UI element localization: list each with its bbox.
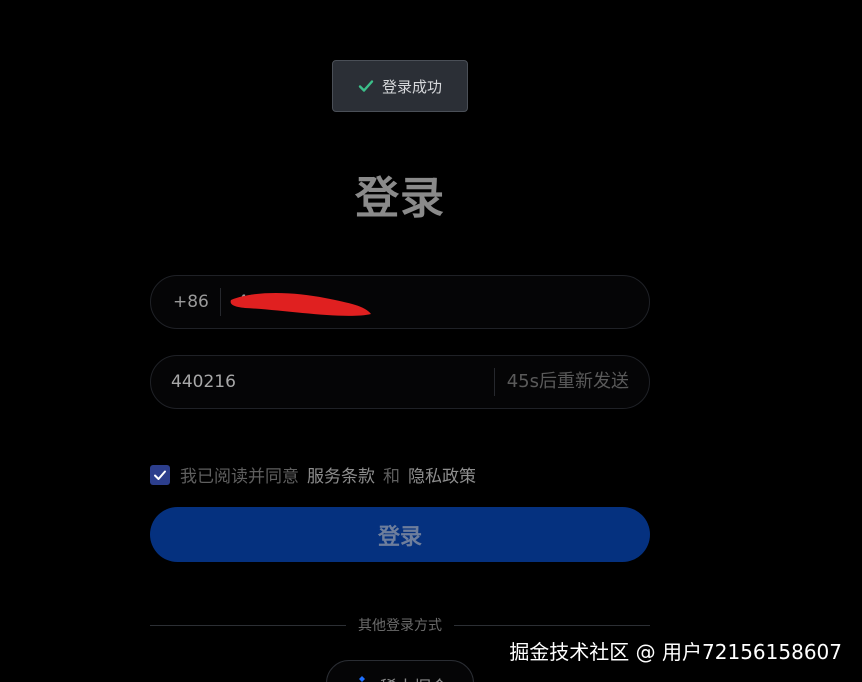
juejin-login-label: 稀土掘金 [380,673,448,682]
page-title: 登录 [355,173,445,224]
agreement-prefix: 我已阅读并同意 [180,467,299,487]
resend-code-button[interactable]: 45s后重新发送 [493,368,649,396]
other-login-divider: 其他登录方式 [150,614,650,636]
agreement-and: 和 [383,467,400,487]
privacy-link[interactable]: 隐私政策 [408,462,476,487]
verification-code-field[interactable]: 45s后重新发送 [150,355,650,409]
toast-message: 登录成功 [381,77,442,96]
checkmark-icon [154,470,166,480]
country-code-selector[interactable]: +86 [151,288,221,316]
phone-field[interactable]: +86 [150,275,650,329]
divider-line-left [150,624,346,626]
juejin-logo-icon [359,676,365,682]
other-login-label: 其他登录方式 [358,618,442,634]
juejin-login-button[interactable]: 稀土掘金 [326,660,474,682]
watermark: 掘金技术社区 @ 用户72156158607 [509,640,842,664]
login-button[interactable]: 登录 [150,507,650,562]
agreement-row: 我已阅读并同意 服务条款 和 隐私政策 [150,462,476,487]
agreement-checkbox[interactable] [150,464,170,485]
success-toast: 登录成功 [332,60,468,112]
divider-line-right [454,624,650,626]
terms-link[interactable]: 服务条款 [307,462,375,487]
check-icon [358,80,374,92]
phone-input[interactable] [221,275,649,329]
verification-code-input[interactable] [151,355,494,409]
login-page: 登录成功 登录 +86 45s后重新发送 我已阅读并同意 服务条款 和 隐私政策… [0,0,862,682]
